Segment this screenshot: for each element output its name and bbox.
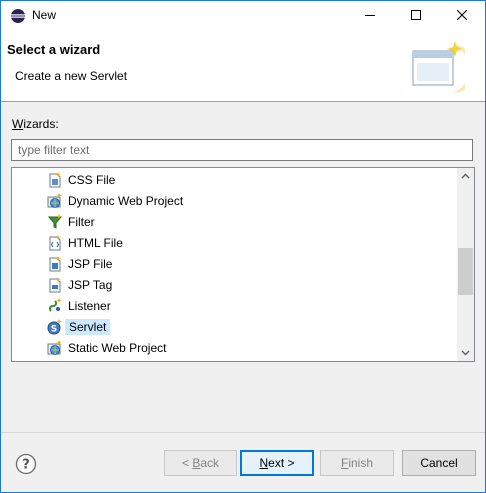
scroll-down-button[interactable] [457, 344, 474, 361]
page-description: Create a new Servlet [15, 69, 128, 83]
minimize-icon [365, 15, 375, 16]
tree-item-label: Listener [68, 299, 111, 313]
tree-item-css-file[interactable]: CSS File [47, 170, 449, 190]
chevron-down-icon [461, 350, 470, 356]
tree-item-label: JSP File [68, 257, 113, 271]
cancel-button[interactable]: Cancel [402, 450, 476, 476]
tree-item-label: HTML File [68, 236, 123, 250]
tree-item-filter[interactable]: Filter [47, 212, 449, 232]
maximize-button[interactable] [393, 1, 439, 30]
tree-item-label: Dynamic Web Project [68, 194, 184, 208]
help-icon[interactable]: ? [15, 453, 37, 475]
filter-icon [47, 214, 63, 230]
tree-item-jsp-file[interactable]: JSP File [47, 254, 449, 274]
jsp-tag-icon [47, 277, 63, 293]
title-bar[interactable]: New [1, 1, 485, 30]
tree-item-label: CSS File [68, 173, 116, 187]
scroll-thumb[interactable] [458, 248, 473, 295]
tree-item-listener[interactable]: Listener [47, 296, 449, 316]
listener-icon [47, 298, 63, 314]
tree-item-label: Static Web Project [68, 341, 167, 355]
eclipse-icon [10, 8, 26, 24]
tree-item-html-file[interactable]: HTML File [47, 233, 449, 253]
new-wizard-banner-icon [409, 39, 477, 95]
svg-text:S: S [51, 325, 57, 335]
back-button[interactable]: < Back [164, 450, 237, 476]
window-title: New [32, 8, 57, 22]
filter-input[interactable] [11, 139, 473, 161]
tree-item-jsp-tag[interactable]: JSP Tag [47, 275, 449, 295]
finish-button[interactable]: Finish [320, 450, 394, 476]
css-file-icon [47, 172, 63, 188]
wizard-header: Select a wizard Create a new Servlet [1, 30, 485, 102]
web-project-icon [47, 340, 63, 356]
tree-item-dynamic-web-project[interactable]: Dynamic Web Project [47, 191, 449, 211]
new-wizard-dialog: New Select a wizard Create a new Servlet… [0, 0, 486, 493]
maximize-icon [411, 10, 421, 20]
tree-vertical-scrollbar[interactable] [457, 168, 474, 361]
wizards-label: Wizards: [12, 117, 59, 131]
next-button[interactable]: Next > [240, 450, 314, 476]
scroll-up-button[interactable] [457, 168, 474, 185]
wizard-tree[interactable]: CSS File Dynamic Web Project Filter HTML… [11, 167, 475, 362]
tree-item-label: JSP Tag [68, 278, 113, 292]
tree-item-static-web-project[interactable]: Static Web Project [47, 338, 449, 358]
tree-item-servlet[interactable]: S Servlet [47, 317, 449, 337]
svg-text:?: ? [22, 458, 30, 473]
web-project-icon [47, 193, 63, 209]
tree-item-label: Servlet [65, 319, 111, 335]
close-button[interactable] [439, 1, 485, 30]
page-title: Select a wizard [7, 42, 101, 57]
html-file-icon [47, 235, 63, 251]
tree-item-label: Filter [68, 215, 95, 229]
servlet-icon: S [47, 319, 63, 335]
jsp-file-icon [47, 256, 63, 272]
footer-divider [1, 432, 485, 433]
chevron-up-icon [461, 173, 470, 179]
close-icon [457, 10, 467, 20]
minimize-button[interactable] [347, 1, 393, 30]
